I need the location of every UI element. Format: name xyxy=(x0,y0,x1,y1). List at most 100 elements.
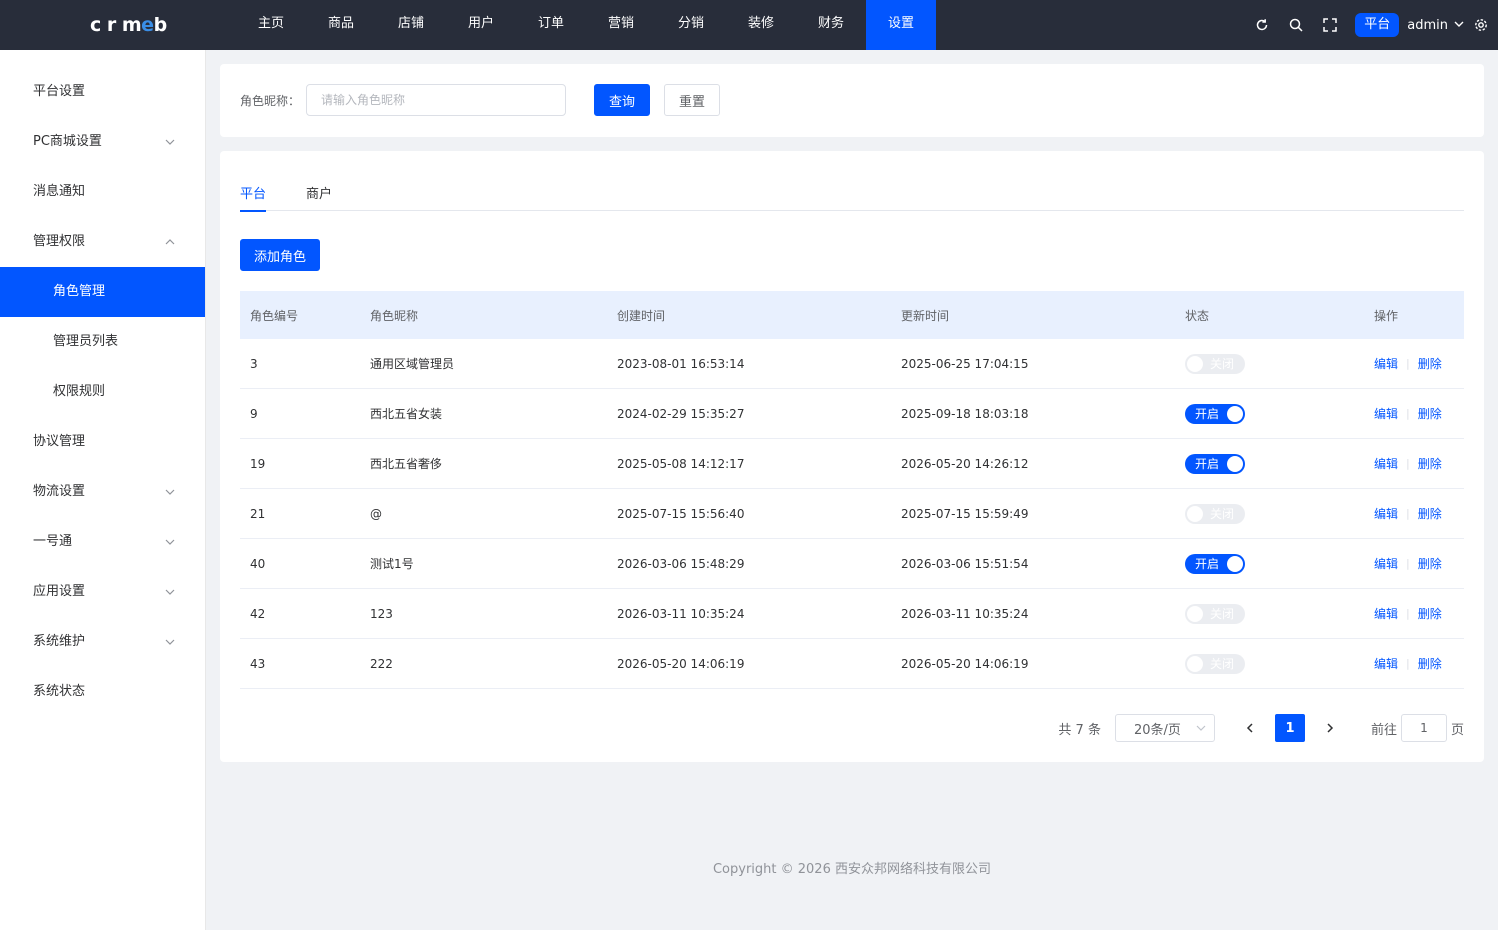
actions-cell: 编辑 | 删除 xyxy=(1364,355,1464,372)
edit-link[interactable]: 编辑 xyxy=(1374,455,1398,472)
status-cell: 关闭 xyxy=(1175,603,1364,624)
refresh-icon[interactable] xyxy=(1245,0,1279,50)
edit-link[interactable]: 编辑 xyxy=(1374,405,1398,422)
table-row: 21 @2025-07-15 15:56:40 2025-07-15 15:59:4… xyxy=(240,489,1464,539)
sidebar-item[interactable]: 系统维护 xyxy=(0,617,205,667)
sidebar-item-label: 系统状态 xyxy=(33,684,86,699)
gear-icon[interactable] xyxy=(1464,0,1498,50)
sidebar-item[interactable]: 协议管理 xyxy=(0,417,205,467)
sidebar-item[interactable]: 一号通 xyxy=(0,517,205,567)
page-size-select[interactable]: 20条/页 xyxy=(1114,714,1215,742)
tabs: 平台 商户 xyxy=(240,175,1464,212)
nav-item[interactable]: 店铺 xyxy=(376,0,446,50)
divider: | xyxy=(1406,407,1410,420)
divider: | xyxy=(1406,557,1410,570)
edit-link[interactable]: 编辑 xyxy=(1374,355,1398,372)
nav-item[interactable]: 用户 xyxy=(446,0,516,50)
nav-item[interactable]: 财务 xyxy=(796,0,866,50)
next-page-button[interactable] xyxy=(1315,714,1345,742)
sidebar-item[interactable]: 平台设置 xyxy=(0,67,205,117)
nav-item[interactable]: 装修 xyxy=(726,0,796,50)
sidebar-item[interactable]: 角色管理 xyxy=(0,267,205,317)
main-nav: 主页 商品 店铺 用户 订单 营销 分销 装修 财务 设置 xyxy=(236,0,936,50)
status-toggle[interactable]: 开启 xyxy=(1185,403,1245,424)
table-header: 角色编号 角色昵称 创建时间 更新时间 状态 操作 xyxy=(240,291,1464,339)
toggle-knob xyxy=(1227,555,1243,572)
column-header: 操作 xyxy=(1374,308,1399,323)
delete-link[interactable]: 删除 xyxy=(1418,505,1442,522)
nav-item[interactable]: 商品 xyxy=(306,0,376,50)
divider: | xyxy=(1406,657,1410,670)
sidebar-item[interactable]: 物流设置 xyxy=(0,467,205,517)
toggle-label: 开启 xyxy=(1195,407,1220,421)
role-id-cell: 21 xyxy=(250,506,266,521)
status-toggle[interactable]: 关闭 xyxy=(1185,603,1245,624)
goto-prefix: 前往 xyxy=(1370,722,1397,738)
column-header: 角色编号 xyxy=(250,308,299,323)
delete-link[interactable]: 删除 xyxy=(1418,555,1442,572)
sidebar-item-label: 管理员列表 xyxy=(53,334,119,349)
table-row: 9 西北五省女装 2024-02-29 15:35:27 2025-09-18 18:… xyxy=(240,389,1464,439)
tab-platform[interactable]: 平台 xyxy=(240,175,267,212)
role-id-cell: 43 xyxy=(250,656,266,671)
sidebar-item[interactable]: 管理员列表 xyxy=(0,317,205,367)
status-toggle[interactable]: 关闭 xyxy=(1185,353,1245,374)
toggle-label: 开启 xyxy=(1195,557,1220,571)
sidebar-item[interactable]: 系统状态 xyxy=(0,667,205,717)
page-size-value: 20条/页 xyxy=(1133,722,1181,738)
delete-link[interactable]: 删除 xyxy=(1418,655,1442,672)
search-icon[interactable] xyxy=(1279,0,1313,50)
delete-link[interactable]: 删除 xyxy=(1418,605,1442,622)
status-toggle[interactable]: 开启 xyxy=(1185,553,1245,574)
status-toggle[interactable]: 关闭 xyxy=(1185,503,1245,524)
updated-time-cell: 2025-06-25 17:04:15 xyxy=(901,356,1029,371)
updated-time-cell: 2026-03-06 15:51:54 xyxy=(901,556,1029,571)
delete-link[interactable]: 删除 xyxy=(1418,355,1442,372)
edit-link[interactable]: 编辑 xyxy=(1374,505,1398,522)
nav-item[interactable]: 设置 xyxy=(866,0,936,50)
table-body: 3 通用区域管理员 2023-08-01 16:53:14 2025-06-25 17… xyxy=(240,339,1464,689)
edit-link[interactable]: 编辑 xyxy=(1374,655,1398,672)
toggle-label: 关闭 xyxy=(1210,657,1235,671)
platform-badge[interactable]: 平台 xyxy=(1355,13,1400,37)
status-toggle[interactable]: 开启 xyxy=(1185,453,1245,474)
tab-merchant[interactable]: 商户 xyxy=(306,175,332,211)
pagination: 共 7 条 20条/页 1 前往 页 xyxy=(1058,714,1464,742)
header-tools: 平台 admin xyxy=(1245,0,1498,50)
query-button[interactable]: 查询 xyxy=(594,84,650,116)
delete-link[interactable]: 删除 xyxy=(1418,405,1442,422)
page-number-current[interactable]: 1 xyxy=(1274,714,1305,742)
sidebar-item[interactable]: PC商城设置 xyxy=(0,117,205,167)
nav-item[interactable]: 营销 xyxy=(586,0,656,50)
nav-item[interactable]: 主页 xyxy=(236,0,306,50)
nav-item[interactable]: 订单 xyxy=(516,0,586,50)
nav-item[interactable]: 分销 xyxy=(656,0,726,50)
column-header: 状态 xyxy=(1185,308,1210,323)
actions-cell: 编辑 | 删除 xyxy=(1364,605,1464,622)
goto-page-input[interactable] xyxy=(1400,714,1447,742)
sidebar-item[interactable]: 权限规则 xyxy=(0,367,205,417)
edit-link[interactable]: 编辑 xyxy=(1374,605,1398,622)
prev-page-button[interactable] xyxy=(1235,714,1265,742)
role-name-input[interactable] xyxy=(306,84,566,116)
sidebar-item[interactable]: 管理权限 xyxy=(0,217,205,267)
status-cell: 关闭 xyxy=(1175,503,1364,524)
sidebar-item[interactable]: 消息通知 xyxy=(0,167,205,217)
status-toggle[interactable]: 关闭 xyxy=(1185,653,1245,674)
chevron-down-icon xyxy=(165,517,175,567)
column-header: 角色昵称 xyxy=(370,308,419,323)
fullscreen-icon[interactable] xyxy=(1313,0,1347,50)
delete-link[interactable]: 删除 xyxy=(1418,455,1442,472)
sidebar-item-label: 应用设置 xyxy=(33,584,86,599)
role-name-cell: 通用区域管理员 xyxy=(370,357,455,371)
actions-cell: 编辑 | 删除 xyxy=(1364,655,1464,672)
divider: | xyxy=(1406,507,1410,520)
app-logo[interactable]: c r m e b xyxy=(90,12,167,38)
sidebar-item-label: 系统维护 xyxy=(33,634,86,649)
reset-button[interactable]: 重置 xyxy=(664,84,720,116)
column-header: 更新时间 xyxy=(901,308,950,323)
edit-link[interactable]: 编辑 xyxy=(1374,555,1398,572)
add-role-button[interactable]: 添加角色 xyxy=(240,239,320,271)
user-menu[interactable]: admin xyxy=(1407,18,1464,33)
sidebar-item[interactable]: 应用设置 xyxy=(0,567,205,617)
